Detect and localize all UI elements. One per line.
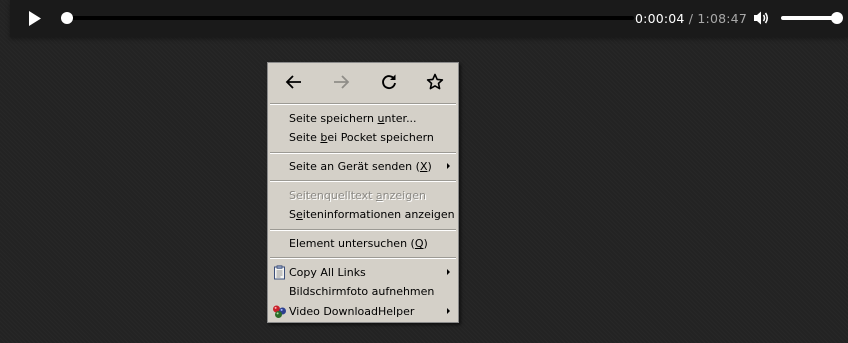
elapsed-time: 0:00:04 [635, 11, 685, 26]
menu-item-label: Video DownloadHelper [289, 305, 415, 318]
menu-item-label: Bildschirmfoto aufnehmen [289, 285, 435, 298]
menu-item-save-page-as[interactable]: Seite speichern unter... [270, 109, 456, 128]
bookmark-star-icon [426, 73, 444, 90]
bookmark-button[interactable] [424, 71, 446, 93]
play-button[interactable] [27, 10, 43, 27]
menu-separator [270, 180, 456, 182]
seek-bar[interactable] [61, 12, 634, 24]
volume-icon [754, 11, 769, 25]
back-arrow-icon [285, 75, 301, 89]
time-display: 0:00:04 / 1:08:47 [635, 11, 747, 26]
menu-separator [270, 257, 456, 259]
menu-item-copy-all-links[interactable]: Copy All Links [270, 263, 456, 282]
menu-item-video-downloadhelper[interactable]: Video DownloadHelper [270, 302, 456, 321]
mute-button[interactable] [753, 10, 771, 26]
volume-slider[interactable] [781, 12, 843, 24]
menu-item-send-to-device[interactable]: Seite an Gerät senden (X) [270, 157, 456, 176]
context-menu: Seite speichern unter... Seite bei Pocke… [267, 62, 459, 323]
submenu-arrow-icon [447, 269, 450, 275]
menu-item-label: Copy All Links [289, 266, 366, 279]
volume-slider-thumb[interactable] [831, 12, 843, 24]
menu-item-label: Seitenquelltext anzeigen [289, 189, 426, 202]
time-separator: / [688, 11, 694, 26]
context-menu-navigation [268, 63, 458, 101]
menu-item-screenshot[interactable]: Bildschirmfoto aufnehmen [270, 282, 456, 301]
submenu-arrow-icon [447, 163, 450, 169]
menu-item-save-to-pocket[interactable]: Seite bei Pocket speichern [270, 128, 456, 147]
reload-icon [382, 74, 396, 90]
forward-button[interactable] [330, 71, 352, 93]
menu-item-label: Seite speichern unter... [289, 112, 417, 125]
menu-separator [270, 229, 456, 231]
clipboard-icon [274, 265, 285, 280]
downloadhelper-balls-icon [273, 305, 286, 318]
menu-item-view-source[interactable]: Seitenquelltext anzeigen [270, 186, 456, 205]
menu-item-page-info[interactable]: Seiteninformationen anzeigen [270, 205, 456, 224]
back-button[interactable] [283, 71, 305, 93]
seek-bar-thumb[interactable] [61, 12, 73, 24]
menu-item-inspect-element[interactable]: Element untersuchen (Q) [270, 234, 456, 253]
menu-item-label: Seite an Gerät senden (X) [289, 160, 432, 173]
menu-separator [270, 103, 456, 105]
menu-separator [270, 152, 456, 154]
menu-item-label: Seiteninformationen anzeigen [289, 208, 455, 221]
total-duration: 1:08:47 [697, 11, 747, 26]
reload-button[interactable] [378, 71, 400, 93]
video-player-controls: 0:00:04 / 1:08:47 [10, 0, 848, 37]
forward-arrow-icon [334, 75, 350, 89]
menu-item-label: Seite bei Pocket speichern [289, 131, 434, 144]
volume-slider-level [781, 16, 837, 20]
play-icon [29, 11, 41, 26]
submenu-arrow-icon [447, 308, 450, 314]
menu-item-label: Element untersuchen (Q) [289, 237, 428, 250]
